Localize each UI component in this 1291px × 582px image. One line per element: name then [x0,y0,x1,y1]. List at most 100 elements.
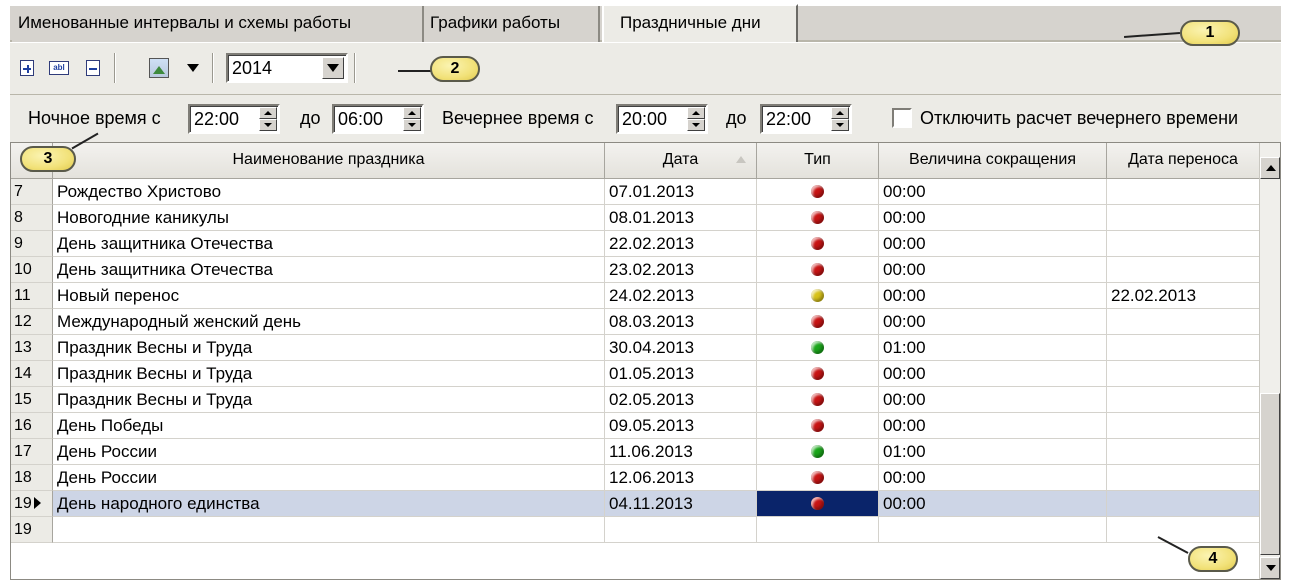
tab-work-schedules[interactable]: Графики работы [424,6,600,42]
evening-from-input[interactable]: 20:00 [616,104,708,134]
delete-record-button[interactable] [82,57,104,79]
type-cell[interactable] [757,517,879,543]
transfer-date-cell[interactable] [1107,361,1260,387]
row-number[interactable]: 10 [11,257,53,283]
image-dropdown-button[interactable] [182,57,204,79]
reduction-cell[interactable]: 00:00 [879,205,1107,231]
table-row[interactable]: 19 [11,517,1260,543]
transfer-date-cell[interactable] [1107,179,1260,205]
year-dropdown-button[interactable] [322,57,344,79]
reduction-cell[interactable]: 00:00 [879,413,1107,439]
holiday-name-cell[interactable]: Международный женский день [53,309,605,335]
reduction-cell[interactable]: 01:00 [879,439,1107,465]
transfer-date-cell[interactable] [1107,335,1260,361]
row-number[interactable]: 9 [11,231,53,257]
row-number[interactable]: 17 [11,439,53,465]
reduction-cell[interactable]: 00:00 [879,231,1107,257]
evening-to-spinner[interactable] [831,107,849,131]
holiday-name-cell[interactable]: Праздник Весны и Труда [53,361,605,387]
date-cell[interactable]: 02.05.2013 [605,387,757,413]
row-number[interactable]: 8 [11,205,53,231]
reduction-cell[interactable]: 00:00 [879,309,1107,335]
date-cell[interactable]: 23.02.2013 [605,257,757,283]
column-header-type[interactable]: Тип [757,143,879,179]
column-header-reduction[interactable]: Величина сокращения [879,143,1107,179]
reduction-cell[interactable]: 00:00 [879,283,1107,309]
type-cell[interactable] [757,179,879,205]
night-from-spinner[interactable] [259,107,277,131]
year-select[interactable]: 2014 [226,53,348,83]
type-cell[interactable] [757,413,879,439]
reduction-cell[interactable] [879,517,1107,543]
row-number[interactable]: 15 [11,387,53,413]
holiday-name-cell[interactable]: День защитника Отечества [53,257,605,283]
tab-holidays[interactable]: Праздничные дни [602,4,798,44]
row-number[interactable]: 19 [11,517,53,543]
transfer-date-cell[interactable] [1107,413,1260,439]
type-cell[interactable] [757,361,879,387]
transfer-date-cell[interactable] [1107,205,1260,231]
table-row[interactable]: 7 Рождество Христово 07.01.2013 00:00 [11,179,1260,205]
column-header-name[interactable]: Наименование праздника [53,143,605,179]
date-cell[interactable]: 04.11.2013 [605,491,757,517]
row-number[interactable]: 16 [11,413,53,439]
holiday-name-cell[interactable]: День защитника Отечества [53,231,605,257]
add-record-button[interactable] [16,57,38,79]
row-number[interactable]: 11 [11,283,53,309]
transfer-date-cell[interactable] [1107,257,1260,283]
holiday-name-cell[interactable]: Праздник Весны и Труда [53,335,605,361]
vertical-scrollbar[interactable] [1259,143,1280,579]
night-to-input[interactable]: 06:00 [332,104,424,134]
night-from-input[interactable]: 22:00 [188,104,280,134]
table-row[interactable]: 9 День защитника Отечества 22.02.2013 00:00 [11,231,1260,257]
transfer-date-cell[interactable] [1107,465,1260,491]
transfer-date-cell[interactable] [1107,517,1260,543]
night-to-spinner[interactable] [403,107,421,131]
holiday-name-cell[interactable] [53,517,605,543]
date-cell[interactable]: 22.02.2013 [605,231,757,257]
holiday-name-cell[interactable]: Новый перенос [53,283,605,309]
type-cell[interactable] [757,309,879,335]
transfer-date-cell[interactable] [1107,387,1260,413]
type-cell[interactable] [757,465,879,491]
type-cell[interactable] [757,491,879,517]
date-cell[interactable]: 30.04.2013 [605,335,757,361]
table-row[interactable]: 13 Праздник Весны и Труда 30.04.2013 01:00 [11,335,1260,361]
holiday-name-cell[interactable]: День Победы [53,413,605,439]
transfer-date-cell[interactable] [1107,439,1260,465]
type-cell[interactable] [757,257,879,283]
table-row[interactable]: 10 День защитника Отечества 23.02.2013 00:0… [11,257,1260,283]
reduction-cell[interactable]: 00:00 [879,387,1107,413]
date-cell[interactable]: 12.06.2013 [605,465,757,491]
date-cell[interactable]: 01.05.2013 [605,361,757,387]
tab-named-intervals[interactable]: Именованные интервалы и схемы работы [12,6,424,42]
table-row[interactable]: 15 Праздник Весны и Труда 02.05.2013 00:00 [11,387,1260,413]
row-number[interactable]: 12 [11,309,53,335]
row-number[interactable]: 13 [11,335,53,361]
date-cell[interactable]: 08.01.2013 [605,205,757,231]
date-cell[interactable]: 07.01.2013 [605,179,757,205]
table-row[interactable]: 14 Праздник Весны и Труда 01.05.2013 00:00 [11,361,1260,387]
image-button[interactable] [148,57,170,79]
scroll-up-button[interactable] [1260,157,1280,179]
scroll-thumb[interactable] [1260,393,1280,555]
reduction-cell[interactable]: 00:00 [879,179,1107,205]
holiday-name-cell[interactable]: Праздник Весны и Труда [53,387,605,413]
type-cell[interactable] [757,231,879,257]
transfer-date-cell[interactable] [1107,491,1260,517]
disable-evening-checkbox[interactable] [892,108,912,128]
holiday-name-cell[interactable]: День России [53,439,605,465]
type-cell[interactable] [757,439,879,465]
date-cell[interactable]: 08.03.2013 [605,309,757,335]
column-header-transfer-date[interactable]: Дата переноса [1107,143,1260,179]
evening-from-spinner[interactable] [687,107,705,131]
transfer-date-cell[interactable] [1107,231,1260,257]
table-row[interactable]: 11 Новый перенос 24.02.2013 00:00 22.02.2013 [11,283,1260,309]
date-cell[interactable]: 09.05.2013 [605,413,757,439]
transfer-date-cell[interactable] [1107,309,1260,335]
reduction-cell[interactable]: 00:00 [879,361,1107,387]
type-cell[interactable] [757,335,879,361]
table-row[interactable]: 19 День народного единства 04.11.2013 00:00 [11,491,1260,517]
table-row[interactable]: 12 Международный женский день 08.03.2013 00… [11,309,1260,335]
table-row[interactable]: 16 День Победы 09.05.2013 00:00 [11,413,1260,439]
